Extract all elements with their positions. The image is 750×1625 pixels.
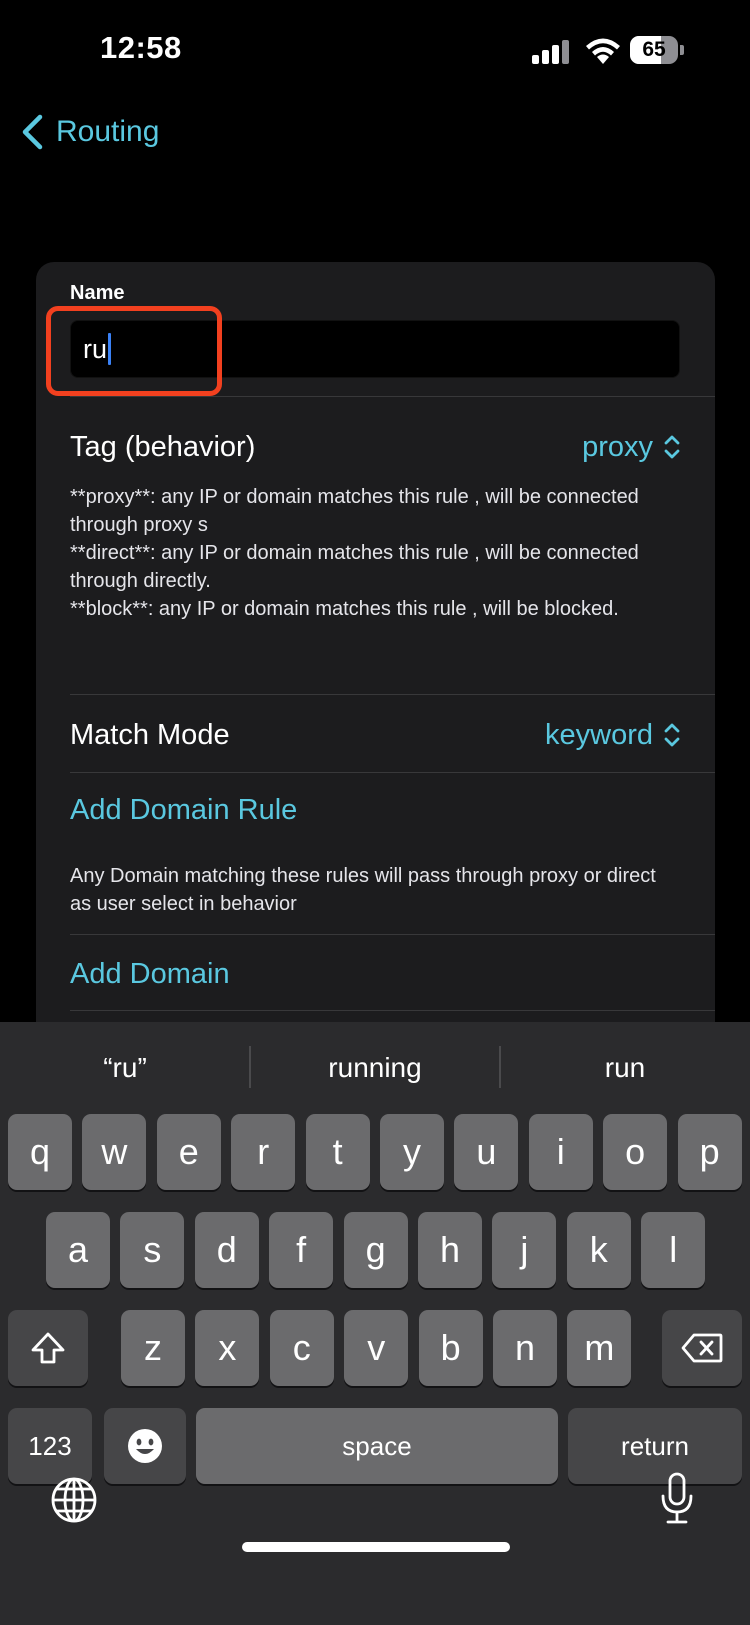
key-v[interactable]: v xyxy=(344,1310,409,1386)
home-indicator xyxy=(242,1542,510,1552)
key-e[interactable]: e xyxy=(156,1114,221,1190)
key-u[interactable]: u xyxy=(454,1114,519,1190)
tag-description-proxy: **proxy**: any IP or domain matches this… xyxy=(70,486,639,536)
chevron-up-down-icon xyxy=(664,723,680,747)
key-d[interactable]: d xyxy=(194,1212,259,1288)
domain-description: Any Domain matching these rules will pas… xyxy=(70,865,656,915)
divider xyxy=(70,934,715,935)
globe-icon[interactable] xyxy=(50,1476,98,1524)
name-input[interactable]: ru xyxy=(70,320,680,378)
status-bar: 12:58 65 xyxy=(0,0,750,100)
add-domain-rule-button[interactable]: Add Domain Rule xyxy=(70,794,297,827)
tag-description-direct: **direct**: any IP or domain matches thi… xyxy=(70,542,639,592)
match-mode-label: Match Mode xyxy=(70,718,230,751)
key-m[interactable]: m xyxy=(567,1310,632,1386)
return-key[interactable]: return xyxy=(568,1408,742,1484)
keyboard: “ru” running run qwertyuiop asdfghjkl zxcv… xyxy=(0,1022,750,1625)
match-mode-row[interactable]: Match Mode keyword xyxy=(70,710,681,760)
key-z[interactable]: z xyxy=(121,1310,185,1386)
emoji-icon xyxy=(128,1429,162,1463)
emoji-key[interactable] xyxy=(104,1408,186,1484)
suggestion-1[interactable]: “ru” xyxy=(0,1044,250,1092)
divider xyxy=(70,396,715,397)
microphone-icon[interactable] xyxy=(660,1472,694,1526)
delete-key[interactable] xyxy=(662,1310,742,1386)
key-t[interactable]: t xyxy=(305,1114,370,1190)
key-x[interactable]: x xyxy=(195,1310,260,1386)
key-w[interactable]: w xyxy=(82,1114,147,1190)
tag-picker[interactable]: proxy xyxy=(582,431,681,464)
key-q[interactable]: q xyxy=(8,1114,72,1190)
key-a[interactable]: a xyxy=(46,1212,110,1288)
back-button[interactable]: Routing xyxy=(20,110,159,154)
divider xyxy=(70,1010,715,1011)
chevron-left-icon xyxy=(22,114,43,150)
battery-level: 65 xyxy=(642,38,666,61)
wifi-icon xyxy=(586,38,620,64)
key-i[interactable]: i xyxy=(528,1114,593,1190)
tag-label: Tag (behavior) xyxy=(70,430,256,463)
suggestion-bar: “ru” running run xyxy=(0,1022,750,1112)
key-l[interactable]: l xyxy=(641,1212,706,1288)
backspace-icon xyxy=(681,1333,723,1363)
numbers-key[interactable]: 123 xyxy=(8,1408,92,1484)
key-f[interactable]: f xyxy=(269,1212,334,1288)
tag-description: **proxy**: any IP or domain matches this… xyxy=(70,483,670,623)
text-cursor xyxy=(108,333,112,365)
suggestion-2[interactable]: running xyxy=(250,1044,500,1092)
chevron-up-down-icon xyxy=(664,435,680,459)
rule-form-card: Name ru Tag (behavior) proxy **proxy**: … xyxy=(36,262,715,1062)
key-p[interactable]: p xyxy=(677,1114,742,1190)
tag-description-block: **block**: any IP or domain matches this… xyxy=(70,598,619,620)
key-r[interactable]: r xyxy=(231,1114,296,1190)
key-o[interactable]: o xyxy=(603,1114,668,1190)
shift-key[interactable] xyxy=(8,1310,88,1386)
name-label: Name xyxy=(70,282,125,304)
suggestion-3[interactable]: run xyxy=(500,1044,750,1092)
divider xyxy=(70,772,715,773)
back-button-label: Routing xyxy=(56,115,160,148)
key-j[interactable]: j xyxy=(492,1212,557,1288)
key-h[interactable]: h xyxy=(418,1212,482,1288)
tag-value: proxy xyxy=(582,430,653,463)
add-domain-button[interactable]: Add Domain xyxy=(70,958,230,991)
cellular-signal-icon xyxy=(532,40,572,64)
tag-row[interactable]: Tag (behavior) proxy xyxy=(70,422,681,472)
key-b[interactable]: b xyxy=(418,1310,483,1386)
key-n[interactable]: n xyxy=(493,1310,557,1386)
shift-icon xyxy=(31,1332,65,1364)
key-g[interactable]: g xyxy=(343,1212,408,1288)
key-c[interactable]: c xyxy=(269,1310,334,1386)
match-mode-picker[interactable]: keyword xyxy=(545,719,681,752)
key-y[interactable]: y xyxy=(380,1114,444,1190)
space-key[interactable]: space xyxy=(196,1408,558,1484)
key-s[interactable]: s xyxy=(120,1212,185,1288)
battery-icon: 65 xyxy=(630,36,684,64)
match-mode-value: keyword xyxy=(545,718,653,751)
key-k[interactable]: k xyxy=(566,1212,631,1288)
divider xyxy=(70,694,715,695)
name-input-value: ru xyxy=(83,333,108,364)
status-time: 12:58 xyxy=(100,30,182,65)
